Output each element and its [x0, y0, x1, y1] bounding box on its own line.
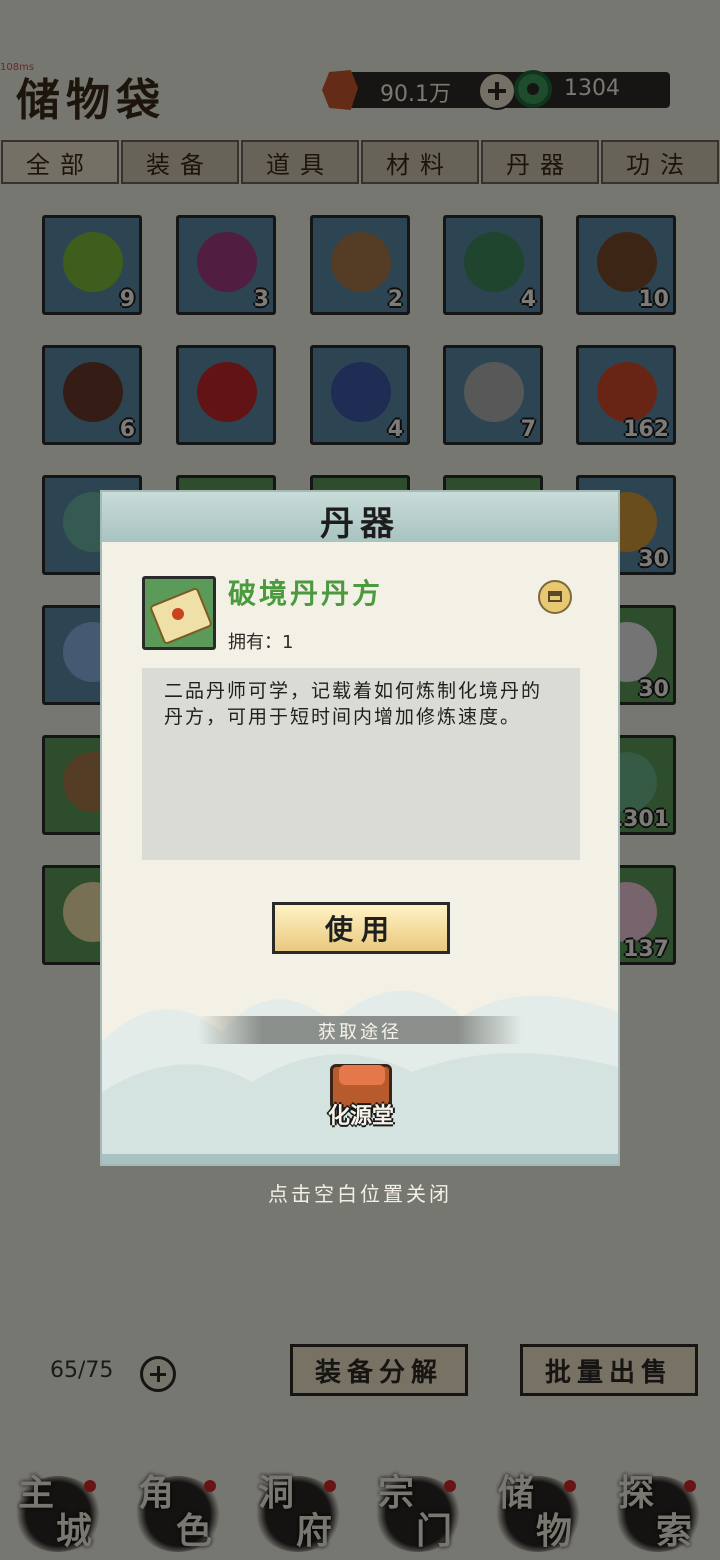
bottom-nav: 主 城 角 色 洞 府 宗 门 储 物 探 索: [0, 1450, 720, 1560]
nav-character[interactable]: 角 色: [124, 1458, 228, 1554]
item-icon: [142, 576, 216, 650]
tab-equipment[interactable]: 装备: [121, 140, 239, 184]
bulk-sell-button[interactable]: 批量出售: [520, 1344, 698, 1396]
notification-dot: [444, 1480, 456, 1492]
tab-materials[interactable]: 材料: [361, 140, 479, 184]
nav-main-city[interactable]: 主 城: [4, 1458, 108, 1554]
page-title: 储物袋: [16, 75, 166, 126]
nav-label-1: 主: [18, 1472, 55, 1514]
notification-dot: [324, 1480, 336, 1492]
source-name: 化源堂: [327, 1103, 394, 1129]
item-icon: [197, 362, 257, 422]
item-name: 破境丹丹方: [228, 577, 384, 610]
nav-label-2: 城: [56, 1510, 93, 1552]
spirit-stone-value: 90.1万: [380, 82, 451, 107]
nav-storage[interactable]: 储 物: [484, 1458, 588, 1554]
nav-label-1: 宗: [378, 1472, 415, 1514]
item-description-box: 二品丹师可学，记载着如何炼制化境丹的丹方，可用于短时间内增加修炼速度。: [142, 668, 580, 860]
item-count: 30: [638, 547, 669, 572]
notification-dot: [84, 1480, 96, 1492]
inventory-slot[interactable]: 10: [576, 215, 676, 315]
item-icon: [464, 362, 524, 422]
item-count: 4: [387, 417, 403, 442]
item-count: 4: [520, 287, 536, 312]
jade-value: 1304: [564, 76, 620, 101]
item-icon: [197, 232, 257, 292]
use-button[interactable]: 使用: [272, 902, 450, 954]
item-description: 二品丹师可学，记载着如何炼制化境丹的丹方，可用于短时间内增加修炼速度。: [164, 680, 543, 728]
nav-explore[interactable]: 探 索: [604, 1458, 708, 1554]
dialog-footer: [102, 1154, 618, 1164]
item-count: 6: [119, 417, 135, 442]
nav-label-1: 洞: [258, 1472, 295, 1514]
item-count: 10: [638, 287, 669, 312]
nav-label-2: 索: [656, 1510, 693, 1552]
tab-techniques[interactable]: 功法: [601, 140, 719, 184]
nav-cave[interactable]: 洞 府: [244, 1458, 348, 1554]
nav-label-2: 物: [536, 1510, 573, 1552]
inventory-slot[interactable]: 3: [176, 215, 276, 315]
tab-pills[interactable]: 丹器: [481, 140, 599, 184]
item-owned-count: 拥有：1: [228, 632, 294, 653]
nav-label-2: 色: [176, 1510, 213, 1552]
inventory-slot[interactable]: 4: [443, 215, 543, 315]
close-hint: 点击空白位置关闭: [268, 1182, 452, 1206]
item-count: 137: [623, 937, 669, 962]
decompose-equipment-button[interactable]: 装备分解: [290, 1344, 468, 1396]
nav-label-1: 探: [618, 1472, 655, 1514]
source-shop-button[interactable]: 化源堂: [320, 1058, 402, 1132]
inventory-slot[interactable]: 2: [310, 215, 410, 315]
item-count: 3: [253, 287, 269, 312]
source-title: 获取途径: [318, 1022, 402, 1043]
inventory-slot[interactable]: 9: [42, 215, 142, 315]
expand-capacity-button[interactable]: [140, 1356, 176, 1392]
nav-label-2: 门: [416, 1510, 453, 1552]
lock-icon[interactable]: [538, 580, 572, 614]
nav-label-1: 角: [138, 1472, 175, 1514]
item-detail-dialog: 丹器 破境丹丹方 拥有：1 二品丹师可学，记载着如何炼制化境丹的丹方，可用于短时…: [100, 490, 620, 1166]
inventory-slot[interactable]: [176, 345, 276, 445]
capacity-counter: 65/75: [50, 1358, 114, 1383]
item-count: 30: [638, 677, 669, 702]
jade-icon: [514, 70, 552, 108]
dialog-title: 丹器: [320, 504, 400, 544]
category-tabs: 全部 装备 道具 材料 丹器 功法: [0, 140, 720, 184]
inventory-slot[interactable]: 6: [42, 345, 142, 445]
item-count: 9: [119, 287, 135, 312]
tab-all[interactable]: 全部: [1, 140, 119, 184]
item-icon: [331, 232, 391, 292]
item-icon: [63, 232, 123, 292]
inventory-slot[interactable]: 4: [310, 345, 410, 445]
item-count: 7: [520, 417, 536, 442]
inventory-slot[interactable]: 162: [576, 345, 676, 445]
item-icon: [331, 362, 391, 422]
item-count: 162: [623, 417, 669, 442]
nav-label-2: 府: [296, 1510, 333, 1552]
notification-dot: [684, 1480, 696, 1492]
notification-dot: [564, 1480, 576, 1492]
storage-bag-screen: 108ms 储物袋 90.1万 1304 全部 装备 道具 材料 丹器 功法 9…: [0, 0, 720, 1560]
nav-sect[interactable]: 宗 门: [364, 1458, 468, 1554]
add-currency-button[interactable]: [478, 72, 516, 110]
nav-label-1: 储: [498, 1472, 535, 1514]
item-icon: [464, 232, 524, 292]
spirit-stone-icon: [322, 70, 358, 110]
notification-dot: [204, 1480, 216, 1492]
inventory-slot[interactable]: 7: [443, 345, 543, 445]
item-count: 2: [387, 287, 403, 312]
pill-recipe-scroll-icon: [149, 586, 213, 646]
item-icon: [63, 362, 123, 422]
item-icon: [597, 232, 657, 292]
item-icon: [597, 362, 657, 422]
tab-items[interactable]: 道具: [241, 140, 359, 184]
